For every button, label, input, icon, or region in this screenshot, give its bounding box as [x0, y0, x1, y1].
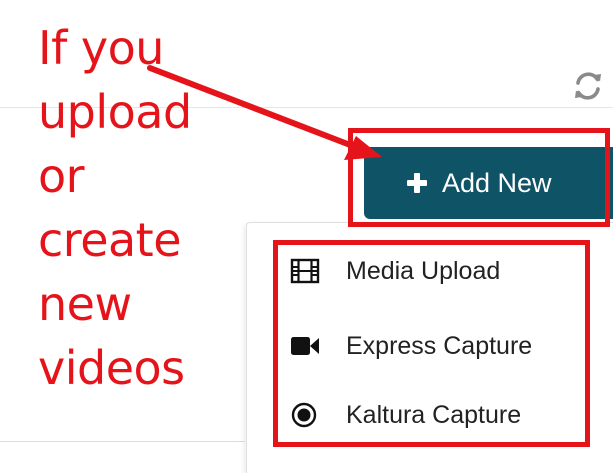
menu-item-label: Express Capture — [346, 331, 533, 360]
refresh-icon[interactable] — [570, 68, 606, 104]
video-camera-icon — [291, 337, 319, 355]
menu-item-kaltura-capture[interactable]: Kaltura Capture — [290, 395, 521, 435]
bottom-divider — [0, 441, 245, 442]
menu-item-label: Media Upload — [346, 256, 501, 285]
add-new-button[interactable]: Add New — [364, 147, 613, 219]
film-icon — [290, 258, 320, 284]
plus-icon — [407, 173, 427, 193]
annotation-text: If you upload or create new videos — [38, 21, 192, 395]
menu-item-label: Kaltura Capture — [346, 400, 522, 429]
menu-item-express-capture[interactable]: Express Capture — [290, 326, 532, 366]
record-circle-icon — [291, 402, 317, 428]
menu-item-media-upload[interactable]: Media Upload — [290, 251, 500, 291]
add-new-label: Add New — [442, 167, 552, 198]
